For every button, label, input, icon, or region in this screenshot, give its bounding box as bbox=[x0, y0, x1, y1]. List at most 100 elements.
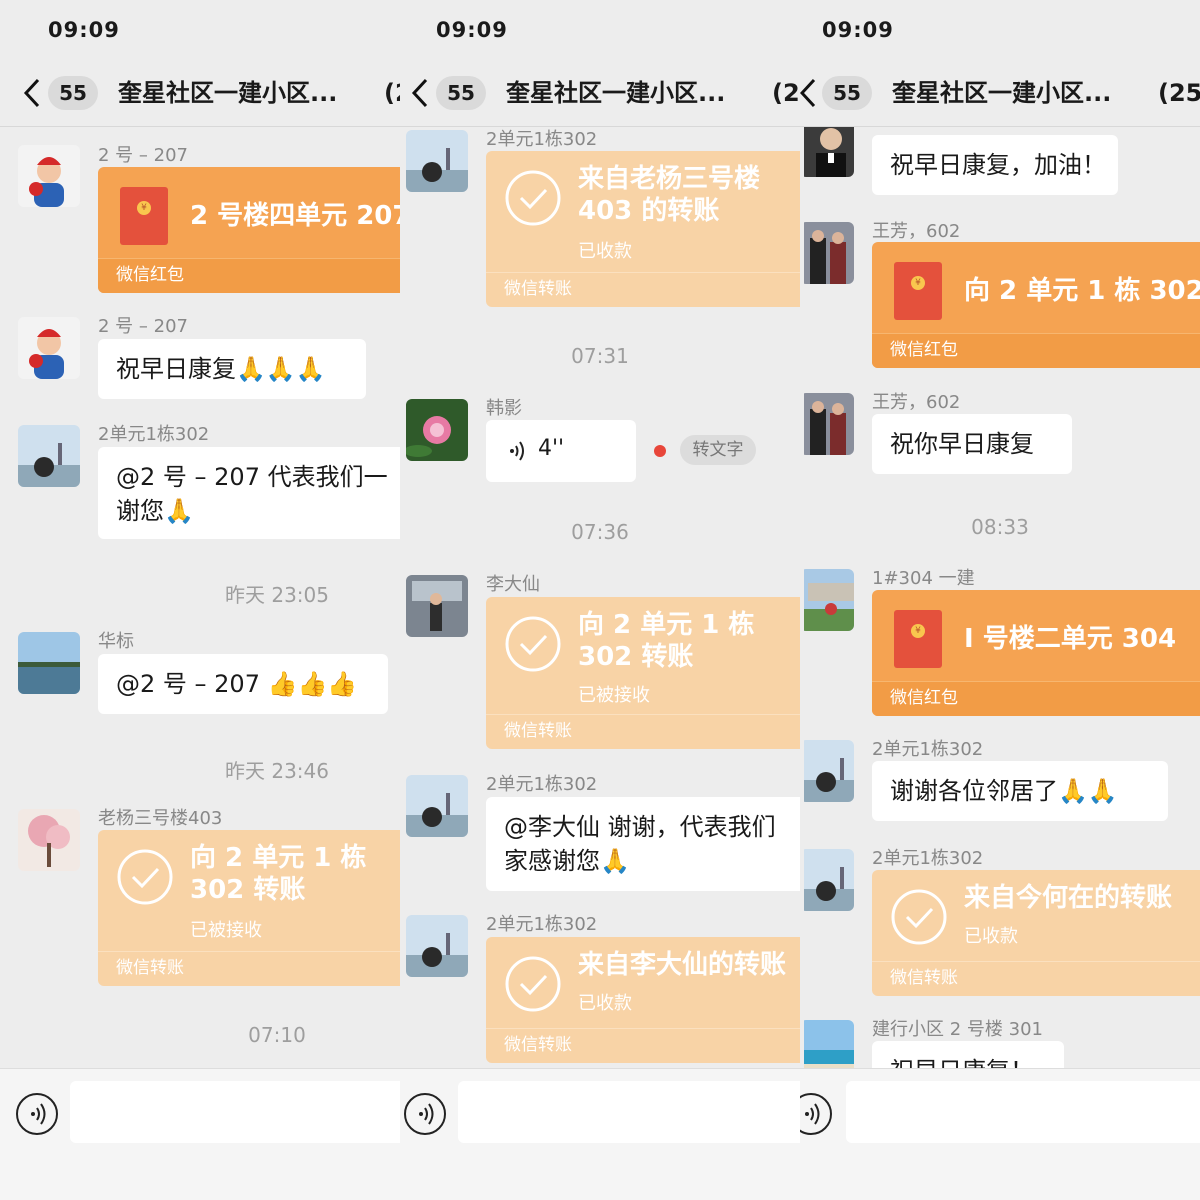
voice-message[interactable]: 4'' bbox=[486, 420, 636, 482]
transfer-label: 微信转账 bbox=[486, 1028, 800, 1063]
message-list[interactable]: 2单元1栋302 来自老杨三号楼 403 的转账 已收款 微信转账 07:31 … bbox=[400, 127, 800, 1068]
unread-badge[interactable]: 55 bbox=[48, 76, 98, 110]
text-message[interactable]: @2 号 – 207 👍👍👍 bbox=[98, 654, 388, 714]
red-envelope-icon: ¥ bbox=[894, 262, 942, 320]
red-packet-title: 向 2 单元 1 栋 302 ... bbox=[964, 276, 1200, 306]
avatar[interactable] bbox=[800, 1020, 854, 1068]
voice-mode-icon bbox=[419, 1103, 434, 1125]
sender-name: 2单元1栋302 bbox=[486, 774, 598, 795]
thumbs-up-emoji: 👍👍👍 bbox=[267, 670, 358, 698]
text-message[interactable]: 祝早日康复！ bbox=[872, 1041, 1064, 1068]
pray-emoji: 🙏 bbox=[600, 847, 630, 875]
avatar[interactable] bbox=[800, 849, 854, 911]
message-list[interactable]: 2 号 – 207 ¥ 2 号楼四单元 207 微信红包 2 号 – 207 祝… bbox=[0, 127, 400, 1068]
avatar[interactable] bbox=[18, 145, 80, 207]
message-text: @2 号 – 207 bbox=[116, 670, 268, 698]
message-input[interactable] bbox=[458, 1081, 800, 1143]
voice-mode-button[interactable] bbox=[404, 1093, 446, 1135]
avatar[interactable] bbox=[800, 569, 854, 631]
timestamp: 07:31 bbox=[571, 344, 629, 368]
back-chevron-icon[interactable] bbox=[20, 76, 46, 110]
avatar[interactable] bbox=[18, 317, 80, 379]
sender-name: 韩影 bbox=[486, 398, 522, 419]
voice-mode-icon bbox=[31, 1103, 46, 1125]
red-packet-card[interactable]: ¥ I 号楼二单元 304 微信红包 bbox=[872, 590, 1200, 716]
avatar[interactable] bbox=[406, 775, 468, 837]
red-packet-title: I 号楼二单元 304 bbox=[964, 624, 1177, 654]
sender-name: 2单元1栋302 bbox=[872, 739, 984, 760]
check-circle-icon bbox=[505, 956, 561, 1012]
sender-name: 王芳，602 bbox=[872, 392, 961, 413]
sender-name: 老杨三号楼403 bbox=[98, 808, 223, 829]
group-title: 奎星社区一建小区... bbox=[506, 79, 726, 107]
avatar[interactable] bbox=[800, 740, 854, 802]
timestamp: 昨天 23:46 bbox=[225, 759, 329, 783]
text-message[interactable]: @李大仙 谢谢，代表我们 家感谢您🙏 bbox=[486, 797, 800, 891]
transfer-title: 来自老杨三号楼 403 的转账 bbox=[578, 164, 761, 226]
transfer-label: 微信转账 bbox=[486, 714, 800, 749]
text-message[interactable]: 祝你早日康复 bbox=[872, 414, 1072, 474]
text-message[interactable]: 祝早日康复🙏🙏🙏 bbox=[98, 339, 366, 399]
message-list[interactable]: 祝早日康复，加油！ 王芳，602 ¥ 向 2 单元 1 栋 302 ... 微信… bbox=[800, 127, 1200, 1068]
check-circle-icon bbox=[505, 616, 561, 672]
avatar[interactable] bbox=[406, 130, 468, 192]
avatar[interactable] bbox=[406, 915, 468, 977]
unread-badge[interactable]: 55 bbox=[436, 76, 486, 110]
red-envelope-icon: ¥ bbox=[120, 187, 168, 245]
sender-name: 李大仙 bbox=[486, 574, 540, 595]
voice-mode-icon bbox=[805, 1103, 820, 1125]
chat-screenshot-2: 09:09 55 奎星社区一建小区... (2 2单元1栋302 来自老杨三号楼… bbox=[400, 0, 800, 1200]
transfer-status: 已被接收 bbox=[578, 685, 650, 706]
red-packet-card[interactable]: ¥ 向 2 单元 1 栋 302 ... 微信红包 bbox=[872, 242, 1200, 368]
back-chevron-icon[interactable] bbox=[408, 76, 434, 110]
chat-screenshot-3: 09:09 55 奎星社区一建小区... (25 祝早日康复，加油！ 王芳，60… bbox=[800, 0, 1200, 1200]
chat-header: 55 奎星社区一建小区... (2 bbox=[0, 62, 400, 127]
back-chevron-icon[interactable] bbox=[800, 76, 822, 110]
transfer-card[interactable]: 来自今何在的转账 已收款 微信转账 bbox=[872, 870, 1200, 996]
message-text: 祝早日康复，加油！ bbox=[890, 151, 1106, 179]
avatar[interactable] bbox=[406, 575, 468, 637]
transfer-status: 已收款 bbox=[578, 241, 632, 262]
convert-to-text-button[interactable]: 转文字 bbox=[680, 435, 756, 465]
text-message[interactable]: 祝早日康复，加油！ bbox=[872, 135, 1118, 195]
message-text-line2: 家感谢您 bbox=[504, 847, 600, 875]
avatar[interactable] bbox=[800, 127, 854, 177]
sender-name: 1#304 一建 bbox=[872, 568, 975, 589]
voice-mode-button[interactable] bbox=[16, 1093, 58, 1135]
message-text: 谢谢各位邻居了 bbox=[890, 777, 1058, 805]
avatar[interactable] bbox=[800, 393, 854, 455]
transfer-title: 向 2 单元 1 栋 302 转账 bbox=[190, 843, 367, 905]
voice-mode-button[interactable] bbox=[800, 1093, 832, 1135]
input-bar bbox=[400, 1068, 800, 1200]
red-packet-card[interactable]: ¥ 2 号楼四单元 207 微信红包 bbox=[98, 167, 400, 293]
text-message[interactable]: 谢谢各位邻居了🙏🙏 bbox=[872, 761, 1168, 821]
transfer-card[interactable]: 来自老杨三号楼 403 的转账 已收款 微信转账 bbox=[486, 151, 800, 307]
message-input[interactable] bbox=[70, 1081, 400, 1143]
avatar[interactable] bbox=[406, 399, 468, 461]
sender-name: 2 号 – 207 bbox=[98, 316, 188, 337]
transfer-card[interactable]: 向 2 单元 1 栋 302 转账 已被接收 微信转账 bbox=[98, 830, 400, 986]
avatar[interactable] bbox=[800, 222, 854, 284]
chat-screenshot-1: 09:09 55 奎星社区一建小区... (2 2 号 – 207 ¥ 2 号楼… bbox=[0, 0, 400, 1200]
avatar[interactable] bbox=[18, 425, 80, 487]
sender-name: 王芳，602 bbox=[872, 221, 961, 242]
pray-emoji: 🙏🙏🙏 bbox=[236, 355, 326, 383]
voice-wave-icon bbox=[510, 441, 524, 461]
sender-name: 2单元1栋302 bbox=[486, 914, 598, 935]
input-bar bbox=[800, 1068, 1200, 1200]
message-text: 祝早日康复！ bbox=[890, 1057, 1034, 1068]
status-time: 09:09 bbox=[48, 18, 120, 42]
text-message[interactable]: @2 号 – 207 代表我们一 谢您🙏 bbox=[98, 447, 400, 539]
status-time: 09:09 bbox=[822, 18, 894, 42]
red-envelope-icon: ¥ bbox=[894, 610, 942, 668]
avatar[interactable] bbox=[18, 809, 80, 871]
sender-name: 2单元1栋302 bbox=[872, 848, 984, 869]
message-input[interactable] bbox=[846, 1081, 1200, 1143]
transfer-card[interactable]: 来自李大仙的转账 已收款 微信转账 bbox=[486, 937, 800, 1063]
timestamp: 昨天 23:05 bbox=[225, 583, 329, 607]
member-count: (2 bbox=[384, 79, 400, 107]
avatar[interactable] bbox=[18, 632, 80, 694]
transfer-card[interactable]: 向 2 单元 1 栋 302 转账 已被接收 微信转账 bbox=[486, 597, 800, 749]
transfer-label: 微信转账 bbox=[486, 272, 800, 307]
unread-badge[interactable]: 55 bbox=[822, 76, 872, 110]
